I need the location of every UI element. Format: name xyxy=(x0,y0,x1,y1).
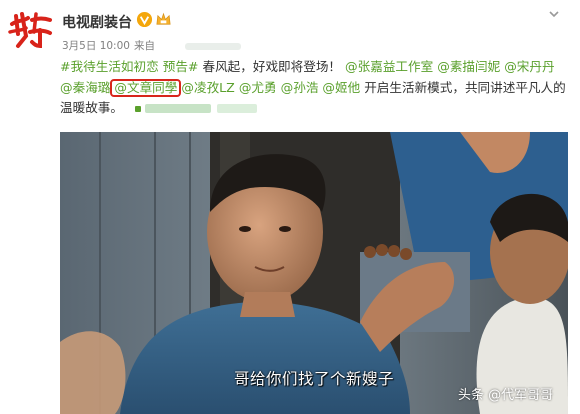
blurred-link-tail xyxy=(216,104,257,113)
mention-sun-hao[interactable]: @孙浩 xyxy=(281,80,319,95)
blurred-link[interactable] xyxy=(144,104,211,113)
video-frame[interactable]: 哥给你们找了个新嫂子 头条 @代军哥哥 xyxy=(60,132,568,414)
watermark: 头条 @代军哥哥 xyxy=(458,388,554,403)
hashtag-link[interactable]: #我待生活如初恋 xyxy=(60,59,159,74)
mention-ji-ta[interactable]: @姬他 xyxy=(322,80,360,95)
chevron-down-icon[interactable] xyxy=(546,6,562,22)
mention-ling-zi[interactable]: @凌孜LZ xyxy=(181,80,234,95)
mention-you-yong[interactable]: @尤勇 xyxy=(239,80,277,95)
link-icon xyxy=(134,105,141,112)
mention-qin-hailu[interactable]: @秦海璐 xyxy=(60,80,110,95)
post-source-label: 来自 xyxy=(133,40,155,52)
mention-song-dandan[interactable]: @宋丹丹 xyxy=(504,59,554,74)
crown-vip-icon[interactable] xyxy=(155,11,172,28)
mention-zhang-jiayi[interactable]: @张嘉益工作室 xyxy=(345,59,433,74)
verified-v-icon xyxy=(136,11,153,28)
account-name[interactable]: 电视剧装台 xyxy=(62,12,132,32)
post-meta: 3月5日 10:00 来自 xyxy=(62,38,241,53)
mention-yan-ni[interactable]: @素描闫妮 xyxy=(437,59,500,74)
account-avatar[interactable] xyxy=(6,6,54,54)
hashtag-link-end[interactable]: 预告# xyxy=(163,59,199,74)
post-text-segment: 春风起，好戏即将登场！ xyxy=(198,59,342,74)
post-date[interactable]: 3月5日 10:00 xyxy=(62,40,130,52)
post-text: #我待生活如初恋 预告# 春风起，好戏即将登场！ @张嘉益工作室 @素描闫妮 @… xyxy=(60,57,570,119)
mention-wen-zhang-label: @文章同學 xyxy=(114,79,178,95)
blurred-source xyxy=(184,42,241,50)
mention-wen-zhang[interactable]: @文章同學 xyxy=(110,78,182,97)
